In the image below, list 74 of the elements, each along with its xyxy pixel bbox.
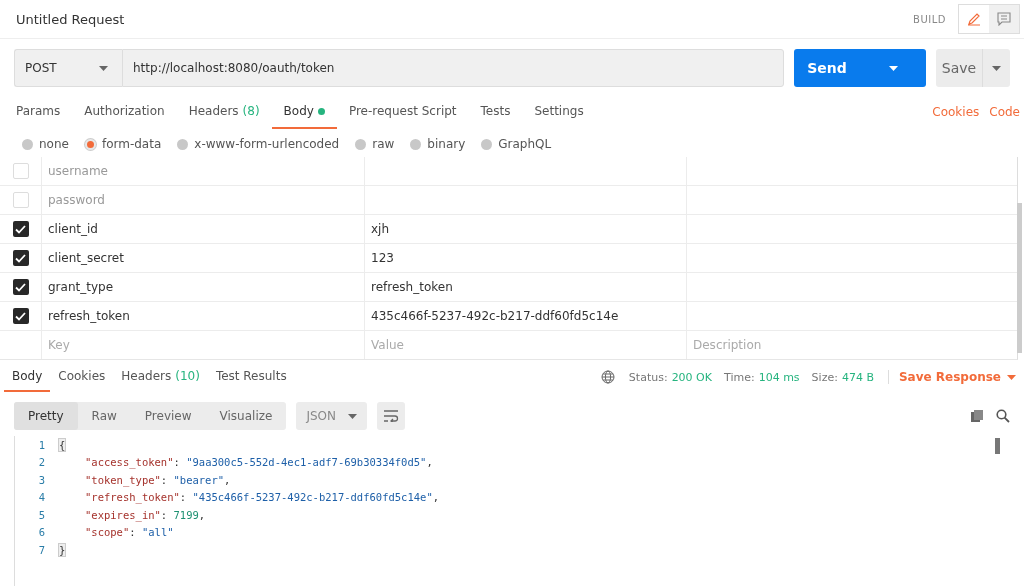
line-number: 1	[37, 438, 46, 451]
view-tab[interactable]: Preview	[130, 402, 206, 430]
line-number: 7	[37, 543, 46, 556]
view-tab[interactable]: Raw	[77, 402, 131, 430]
param-key[interactable]: client_id	[42, 222, 98, 236]
response-tab[interactable]: Test Results	[207, 362, 295, 392]
status-value: 200 OK	[671, 370, 712, 384]
request-tab[interactable]: Body	[271, 95, 337, 129]
size-value: 474 B	[841, 370, 874, 384]
checkbox[interactable]	[12, 279, 29, 295]
time-value: 104 ms	[758, 370, 800, 384]
checkbox[interactable]	[12, 221, 29, 237]
request-title: Untitled Request	[16, 11, 126, 27]
body-type-radio[interactable]: form-data	[84, 137, 162, 151]
view-tab[interactable]: Pretty	[14, 402, 78, 430]
body-type-radio[interactable]: binary	[410, 137, 466, 151]
line-number: 5	[37, 508, 46, 521]
line-number: 6	[37, 526, 46, 539]
time-label: Time:	[724, 370, 755, 384]
checkbox[interactable]	[12, 308, 29, 324]
comment-icon	[997, 12, 1011, 26]
code-line: "token_type": "bearer",	[84, 473, 231, 486]
request-tab[interactable]: Settings	[522, 95, 596, 129]
wrap-button[interactable]	[377, 402, 405, 430]
tab-count: (8)	[242, 104, 260, 118]
build-label: BUILD	[913, 13, 946, 25]
caret-icon	[888, 65, 898, 71]
code-line: "refresh_token": "435c466f-5237-492c-b217-ddf60fd5c14e",	[84, 491, 440, 504]
status-label: Status:	[628, 370, 668, 384]
copy-icon[interactable]	[970, 409, 984, 423]
response-tab[interactable]: Body	[4, 362, 51, 392]
checkbox[interactable]	[12, 192, 29, 208]
code-line: "expires_in": 7199,	[84, 508, 206, 521]
code-line: "scope": "all"	[84, 526, 174, 539]
pencil-icon	[967, 12, 981, 26]
view-tab[interactable]: Visualize	[205, 402, 287, 430]
param-value[interactable]: 435c466f-5237-492c-b217-ddf60fd5c14e	[365, 309, 619, 323]
caret-icon	[348, 413, 357, 419]
body-type-radio[interactable]: GraphQL	[481, 137, 552, 151]
request-tab[interactable]: Pre-request Script	[336, 95, 469, 129]
globe-icon	[600, 370, 615, 384]
scrollbar[interactable]	[995, 438, 1000, 454]
checkbox[interactable]	[12, 163, 29, 179]
body-type-radio[interactable]: none	[22, 137, 69, 151]
param-value[interactable]: xjh	[365, 222, 390, 236]
request-tab[interactable]: Authorization	[72, 95, 177, 129]
caret-icon	[992, 65, 1001, 71]
line-number: 3	[37, 473, 46, 486]
method-dropdown[interactable]: POST	[14, 49, 122, 87]
wrap-icon	[383, 410, 399, 422]
response-tab[interactable]: Cookies	[50, 362, 114, 392]
code-line: "access_token": "9aa300c5-552d-4ec1-adf7-69b30334f0d5",	[84, 456, 433, 469]
checkbox[interactable]	[12, 250, 29, 266]
param-value[interactable]: 123	[365, 251, 394, 265]
param-key[interactable]: grant_type	[42, 280, 114, 294]
size-label: Size:	[811, 370, 838, 384]
scrollbar[interactable]	[1017, 203, 1022, 353]
search-icon[interactable]	[996, 409, 1010, 423]
caret-icon	[1007, 374, 1016, 380]
request-tab[interactable]: Tests	[468, 95, 523, 129]
line-number: 2	[37, 456, 46, 469]
request-tab[interactable]: Headers (8)	[176, 95, 272, 129]
body-type-radio[interactable]: x-www-form-urlencoded	[177, 137, 340, 151]
response-tab[interactable]: Headers (10)	[113, 362, 208, 392]
comments-toggle[interactable]	[989, 5, 1019, 33]
param-key[interactable]: refresh_token	[42, 309, 130, 323]
body-type-radio[interactable]: raw	[355, 137, 395, 151]
tab-count: (10)	[175, 369, 200, 383]
url-field[interactable]: http://localhost:8080/oauth/token	[122, 49, 784, 87]
param-key[interactable]: client_secret	[42, 251, 124, 265]
request-tab[interactable]: Params	[4, 95, 73, 129]
param-value[interactable]: refresh_token	[365, 280, 453, 294]
caret-icon	[99, 65, 108, 71]
line-number: 4	[37, 491, 46, 504]
